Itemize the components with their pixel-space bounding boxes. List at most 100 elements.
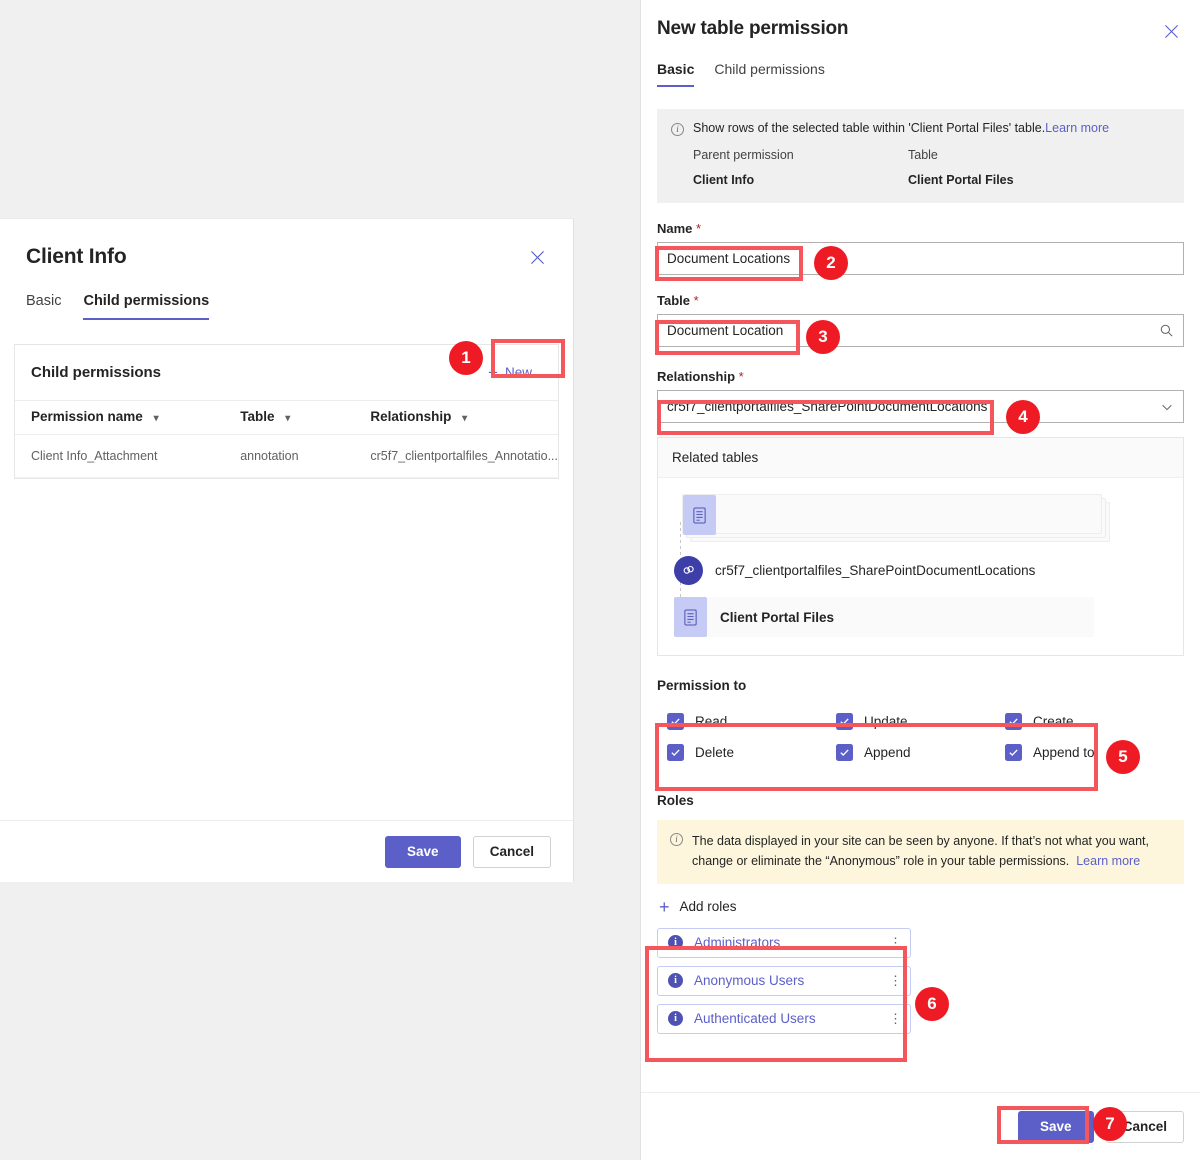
checkbox-create[interactable]: Create <box>1005 713 1174 730</box>
column-header-relationship[interactable]: Relationship ▾ <box>354 400 558 435</box>
relationship-select[interactable]: cr5f7_clientportalfiles_SharePointDocume… <box>657 390 1184 423</box>
role-name: Anonymous Users <box>694 973 805 988</box>
save-button[interactable]: Save <box>384 835 461 868</box>
required-marker: * <box>738 369 744 384</box>
tab-child-permissions[interactable]: Child permissions <box>714 61 824 87</box>
related-tables-body: cr5f7_clientportalfiles_SharePointDocume… <box>658 478 1183 655</box>
checkmark-icon <box>836 744 853 761</box>
cell-relationship: cr5f7_clientportalfiles_Annotatio... <box>354 434 558 478</box>
column-header-permission-name[interactable]: Permission name ▾ <box>15 400 225 435</box>
panel-header: New table permission <box>641 0 1200 40</box>
checkbox-append[interactable]: Append <box>836 744 1005 761</box>
chevron-down-icon: ▾ <box>153 413 159 424</box>
info-banner: i Show rows of the selected table within… <box>657 109 1184 203</box>
role-name: Administrators <box>694 935 781 950</box>
tab-basic[interactable]: Basic <box>657 61 695 87</box>
add-roles-button[interactable]: + Add roles <box>657 898 1184 916</box>
panel-tabs: Basic Child permissions <box>641 61 1200 87</box>
save-button[interactable]: Save <box>1017 1110 1094 1143</box>
panel-body: i Show rows of the selected table within… <box>641 109 1200 1034</box>
search-icon[interactable] <box>1159 314 1174 347</box>
stacked-card-front <box>682 494 1102 535</box>
parent-permission-column: Parent permission Client Info <box>693 148 908 187</box>
checkbox-append-to[interactable]: Append to <box>1005 744 1174 761</box>
info-banner-text: Show rows of the selected table within '… <box>693 121 1109 135</box>
role-item-anonymous-users[interactable]: i Anonymous Users ⋮ <box>657 965 911 996</box>
column-header-table[interactable]: Table ▾ <box>224 400 355 435</box>
more-options-icon[interactable]: ⋮ <box>889 974 902 987</box>
checkmark-icon <box>1005 744 1022 761</box>
checkbox-read[interactable]: Read <box>667 713 836 730</box>
checkbox-update[interactable]: Update <box>836 713 1005 730</box>
new-table-permission-panel: New table permission Basic Child permiss… <box>640 0 1200 1160</box>
chevron-down-icon: ▾ <box>462 413 468 424</box>
name-input[interactable]: Document Locations <box>657 242 1184 275</box>
parent-permission-label: Parent permission <box>693 148 794 162</box>
checkbox-label: Delete <box>695 745 735 760</box>
info-banner-message-row: i Show rows of the selected table within… <box>671 121 1170 136</box>
required-marker: * <box>693 293 699 308</box>
role-info-icon: i <box>668 973 683 988</box>
checkmark-icon <box>667 713 684 730</box>
plus-icon: + <box>488 363 498 382</box>
role-item-administrators[interactable]: i Administrators ⋮ <box>657 927 911 958</box>
info-banner-columns: Parent permission Client Info Table Clie… <box>671 148 1170 187</box>
parent-table-stack <box>682 494 1167 542</box>
relationship-link-icon <box>674 556 703 585</box>
required-marker: * <box>696 221 702 236</box>
annotation-badge-5: 5 <box>1106 740 1140 774</box>
close-icon[interactable] <box>1158 18 1184 44</box>
cancel-button[interactable]: Cancel <box>472 835 551 868</box>
checkbox-label: Append <box>864 745 911 760</box>
table-column: Table Client Portal Files <box>908 148 1123 187</box>
annotation-badge-3: 3 <box>806 320 840 354</box>
roles-label: Roles <box>657 793 694 808</box>
checkmark-icon <box>1005 713 1022 730</box>
permission-to-group: Read Update Create Delete Append Append … <box>657 705 1184 771</box>
name-field-group: Name * Document Locations <box>657 221 1184 275</box>
table-label: Table * <box>657 293 699 308</box>
client-info-tabs: Basic Child permissions <box>0 293 573 320</box>
tab-basic[interactable]: Basic <box>26 293 61 320</box>
related-tables-header: Related tables <box>658 438 1183 478</box>
new-child-permission-button[interactable]: + New <box>478 358 542 387</box>
panel-title: New table permission <box>657 18 849 39</box>
table-icon <box>683 495 716 535</box>
roles-list: i Administrators ⋮ i Anonymous Users ⋮ i… <box>657 927 911 1034</box>
role-info-icon: i <box>668 1011 683 1026</box>
table-icon <box>674 597 707 637</box>
learn-more-link[interactable]: Learn more <box>1045 121 1109 135</box>
table-row[interactable]: Client Info_Attachment annotation cr5f7_… <box>15 434 558 478</box>
client-info-footer: Save Cancel <box>0 820 573 882</box>
role-item-authenticated-users[interactable]: i Authenticated Users ⋮ <box>657 1003 911 1034</box>
parent-permission-value: Client Info <box>693 173 755 187</box>
page-title: Client Info <box>26 245 127 268</box>
role-info-icon: i <box>668 935 683 950</box>
learn-more-link[interactable]: Learn more <box>1076 854 1140 868</box>
table-header-row: Permission name ▾ Table ▾ Relationship ▾ <box>15 400 558 435</box>
more-options-icon[interactable]: ⋮ <box>889 1012 902 1025</box>
more-options-icon[interactable]: ⋮ <box>889 936 902 949</box>
permission-to-label: Permission to <box>657 678 747 693</box>
related-tables-card: Related tables cr5f7_clientportalfiles_S… <box>657 437 1184 656</box>
checkbox-delete[interactable]: Delete <box>667 744 836 761</box>
relationship-node-label: cr5f7_clientportalfiles_SharePointDocume… <box>715 563 1036 578</box>
child-table-label: Client Portal Files <box>720 609 835 625</box>
add-roles-label: Add roles <box>679 899 737 914</box>
table-lookup-input[interactable]: Document Location <box>657 314 1184 347</box>
annotation-badge-7: 7 <box>1093 1107 1127 1141</box>
chevron-down-icon[interactable] <box>1160 390 1174 423</box>
warning-info-icon: i <box>670 833 683 846</box>
checkbox-label: Update <box>864 714 908 729</box>
name-label: Name * <box>657 221 702 236</box>
cell-table: annotation <box>224 434 355 478</box>
close-icon[interactable] <box>523 243 551 271</box>
annotation-badge-4: 4 <box>1006 400 1040 434</box>
tab-child-permissions[interactable]: Child permissions <box>83 293 210 320</box>
checkmark-icon <box>667 744 684 761</box>
table-field-group: Table * Document Location <box>657 293 1184 347</box>
child-permissions-table: Permission name ▾ Table ▾ Relationship ▾… <box>15 400 558 478</box>
anonymous-role-warning: i The data displayed in your site can be… <box>657 820 1184 884</box>
info-banner-message: Show rows of the selected table within '… <box>693 121 1046 135</box>
new-button-label: New <box>504 365 532 380</box>
